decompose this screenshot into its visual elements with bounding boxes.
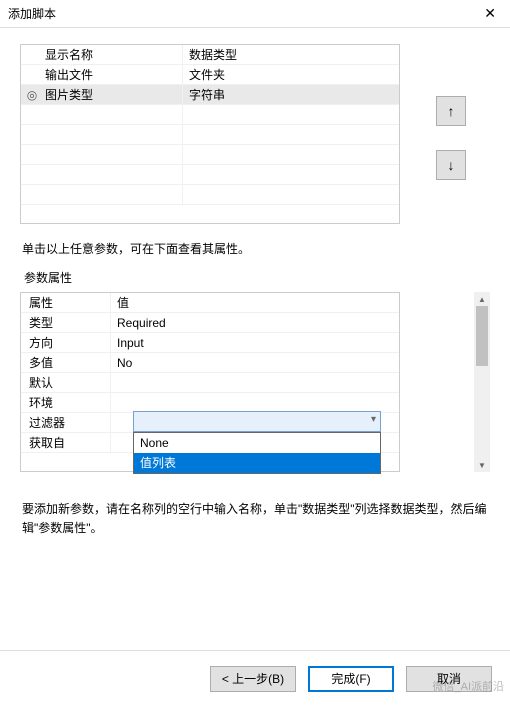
table-row[interactable] [21, 145, 399, 165]
chevron-down-icon: ▾ [371, 414, 376, 425]
prop-key: 类型 [21, 313, 111, 332]
param-type: 文件夹 [183, 65, 399, 84]
arrow-down-icon: ↓ [448, 157, 455, 173]
cancel-button[interactable]: 取消 [406, 666, 492, 692]
reorder-controls: ↑ ↓ [436, 96, 466, 180]
move-down-button[interactable]: ↓ [436, 150, 466, 180]
prop-key: 方向 [21, 333, 111, 352]
arrow-up-icon: ↑ [448, 103, 455, 119]
hint-text: 单击以上任意参数，可在下面查看其属性。 [22, 240, 490, 257]
table-row[interactable] [21, 125, 399, 145]
filter-combobox[interactable]: ▾ [133, 411, 381, 432]
param-type: 数据类型 [183, 45, 399, 64]
prop-key: 多值 [21, 353, 111, 372]
prop-key: 属性 [21, 293, 111, 312]
prop-value[interactable] [111, 393, 399, 412]
dropdown-option[interactable]: None [134, 433, 380, 453]
titlebar: 添加脚本 ✕ [0, 0, 510, 28]
row-marker [21, 45, 43, 64]
params-table[interactable]: 显示名称 数据类型 输出文件 文件夹 ◎ 图片类型 字符串 [20, 44, 400, 224]
prop-value[interactable] [111, 373, 399, 392]
param-name: 图片类型 [43, 85, 183, 104]
move-up-button[interactable]: ↑ [436, 96, 466, 126]
prop-key: 环境 [21, 393, 111, 412]
property-row[interactable]: 默认 [21, 373, 399, 393]
prop-key: 过滤器 [21, 413, 111, 432]
table-row[interactable]: 显示名称 数据类型 [21, 45, 399, 65]
footer: < 上一步(B) 完成(F) 取消 [0, 650, 510, 706]
filter-dropdown[interactable]: None 值列表 [133, 432, 381, 474]
param-name: 显示名称 [43, 45, 183, 64]
property-row[interactable]: 多值 No [21, 353, 399, 373]
content-area: 显示名称 数据类型 输出文件 文件夹 ◎ 图片类型 字符串 ↑ [0, 28, 510, 538]
prop-key: 获取自 [21, 433, 111, 452]
row-marker [21, 65, 43, 84]
prop-value[interactable]: Input [111, 333, 399, 352]
scroll-thumb[interactable] [476, 306, 488, 366]
param-type: 字符串 [183, 85, 399, 104]
prop-value[interactable]: No [111, 353, 399, 372]
table-row[interactable]: 输出文件 文件夹 [21, 65, 399, 85]
property-row[interactable]: 环境 [21, 393, 399, 413]
prop-value: 值 [111, 293, 399, 312]
row-marker: ◎ [21, 85, 43, 104]
scrollbar[interactable]: ▲ ▼ [474, 292, 490, 472]
param-name: 输出文件 [43, 65, 183, 84]
table-row[interactable] [21, 105, 399, 125]
table-row[interactable] [21, 185, 399, 205]
property-row[interactable]: 方向 Input [21, 333, 399, 353]
property-row[interactable]: 类型 Required [21, 313, 399, 333]
back-button[interactable]: < 上一步(B) [210, 666, 296, 692]
scroll-up-icon[interactable]: ▲ [474, 292, 490, 306]
dropdown-option[interactable]: 值列表 [134, 453, 380, 473]
table-row[interactable] [21, 165, 399, 185]
finish-button[interactable]: 完成(F) [308, 666, 394, 692]
table-row[interactable]: ◎ 图片类型 字符串 [21, 85, 399, 105]
instruction-text: 要添加新参数，请在名称列的空行中输入名称，单击"数据类型"列选择数据类型，然后编… [22, 500, 488, 538]
params-area: 显示名称 数据类型 输出文件 文件夹 ◎ 图片类型 字符串 ↑ [20, 44, 490, 224]
prop-value[interactable]: Required [111, 313, 399, 332]
properties-area: 属性 值 类型 Required 方向 Input 多值 No 默认 环境 [20, 292, 490, 472]
close-icon[interactable]: ✕ [478, 5, 502, 22]
scroll-down-icon[interactable]: ▼ [474, 458, 490, 472]
window-title: 添加脚本 [8, 5, 478, 22]
prop-key: 默认 [21, 373, 111, 392]
group-label: 参数属性 [24, 269, 490, 286]
property-row[interactable]: 属性 值 [21, 293, 399, 313]
